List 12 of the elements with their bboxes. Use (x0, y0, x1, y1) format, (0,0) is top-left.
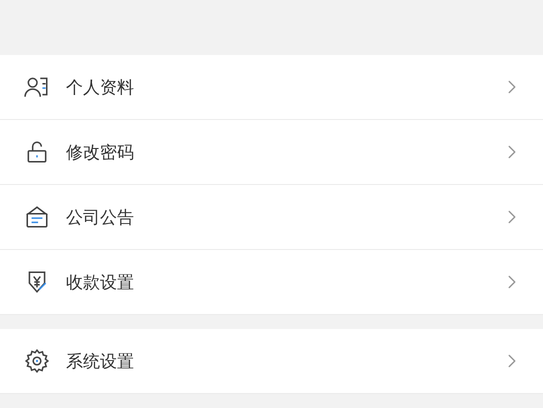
menu-item[interactable]: 系统设置 (0, 329, 543, 394)
menu-item-label: 公司公告 (66, 206, 134, 228)
menu-item-label: 个人资料 (66, 76, 134, 98)
menu-item[interactable]: 收款设置 (0, 250, 543, 315)
menu-item[interactable]: 个人资料 (0, 55, 543, 120)
notice-icon (24, 204, 50, 230)
menu-item-label: 修改密码 (66, 142, 134, 164)
gear-icon (24, 348, 50, 374)
menu-item-label: 系统设置 (66, 350, 134, 372)
menu-item[interactable]: 修改密码 (0, 120, 543, 185)
menu-item[interactable]: 公司公告 (0, 185, 543, 250)
menu-item-label: 收款设置 (66, 272, 134, 294)
